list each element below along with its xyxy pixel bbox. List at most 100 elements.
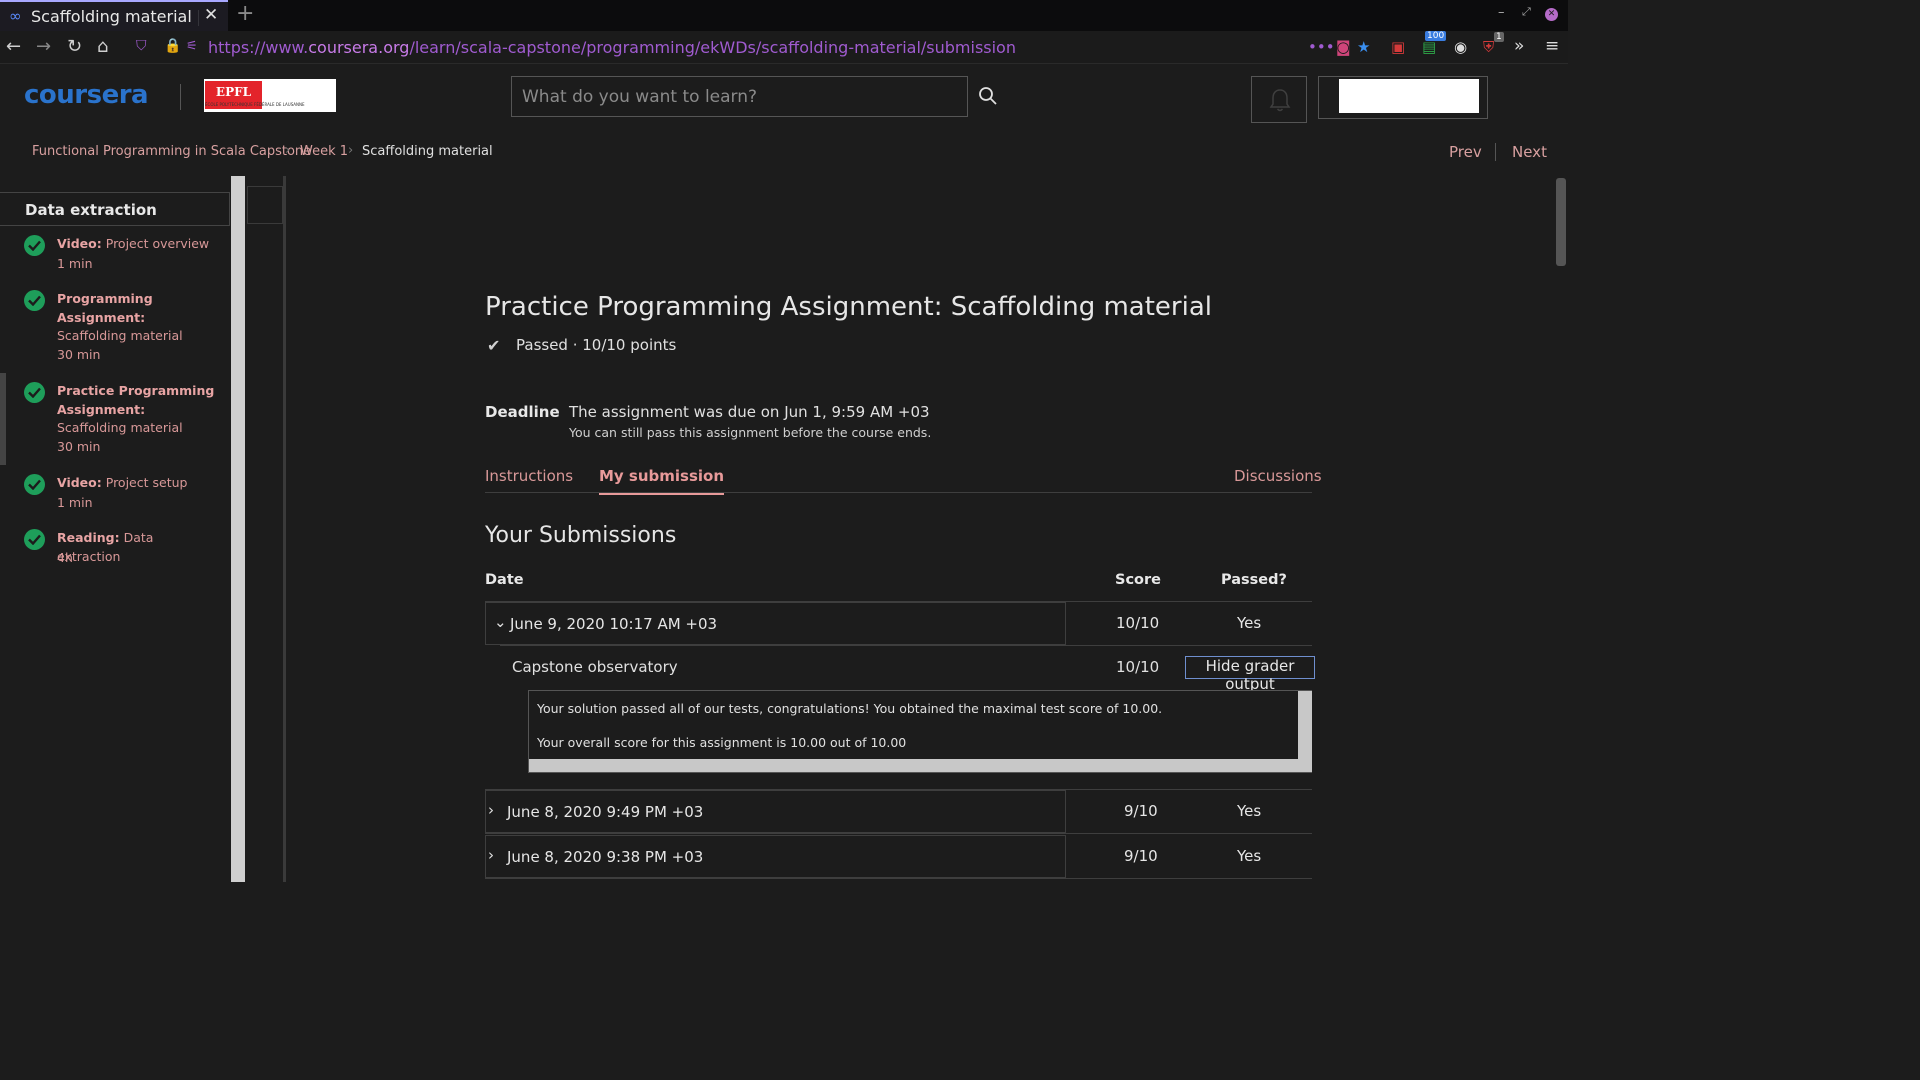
- logo-divider: [180, 84, 181, 110]
- completed-check-icon: [24, 529, 45, 550]
- url-prefix: https://www.: [208, 38, 309, 57]
- table-divider: [485, 833, 1312, 834]
- sidebar-item-reading[interactable]: Reading: Data extraction 4h: [0, 529, 230, 574]
- tab-instructions[interactable]: Instructions: [485, 467, 573, 485]
- submission-score: 9/10: [1124, 802, 1158, 820]
- bell-icon: [1269, 89, 1291, 112]
- submission-date: June 8, 2020 9:49 PM +03: [507, 803, 704, 821]
- hide-grader-output-button[interactable]: Hide grader output: [1185, 656, 1315, 693]
- tab-my-submission[interactable]: My submission: [599, 467, 725, 495]
- search-icon[interactable]: [978, 86, 998, 106]
- page-actions-icon[interactable]: •••: [1308, 38, 1335, 56]
- chevron-right-icon: ›: [488, 846, 494, 864]
- sidebar-item-duration: 4h: [57, 550, 73, 565]
- table-divider: [500, 645, 1312, 646]
- breadcrumb-week[interactable]: Week 1: [300, 144, 348, 159]
- back-icon[interactable]: ←: [6, 36, 21, 57]
- sidebar-item-label: Scaffolding material: [57, 420, 183, 435]
- extension-mouse-icon[interactable]: ◉: [1454, 38, 1467, 56]
- submission-toggle[interactable]: › June 8, 2020 9:38 PM +03: [485, 835, 1066, 878]
- submission-date: June 9, 2020 10:17 AM +03: [510, 615, 718, 633]
- epfl-logo-subtext: ÉCOLE POLYTECHNIQUE FÉDÉRALE DE LAUSANNE: [205, 102, 305, 107]
- submission-score: 9/10: [1124, 847, 1158, 865]
- extension-badge: 100: [1425, 31, 1447, 41]
- column-header-date: Date: [485, 572, 524, 588]
- page-scrollbar-thumb[interactable]: [1556, 178, 1566, 266]
- status-text: Passed · 10/10 points: [516, 336, 677, 354]
- shield-icon[interactable]: ⛉: [136, 38, 147, 54]
- home-icon[interactable]: ⌂: [97, 36, 108, 57]
- tab-close-icon[interactable]: ✕: [204, 5, 218, 25]
- lock-icon[interactable]: 🔒: [164, 38, 181, 54]
- extension-red-icon[interactable]: ▣: [1391, 38, 1405, 56]
- submission-passed: Yes: [1237, 847, 1262, 865]
- submission-toggle[interactable]: ⌄ June 9, 2020 10:17 AM +03: [485, 602, 1066, 645]
- sidebar-collapse-button[interactable]: [247, 186, 283, 224]
- submissions-heading: Your Submissions: [485, 523, 677, 548]
- sidebar-item-project-overview[interactable]: Video: Project overview 1 min: [0, 235, 230, 280]
- coursera-favicon-icon: ∞: [9, 7, 22, 25]
- new-tab-icon[interactable]: +: [236, 1, 254, 26]
- permissions-icon[interactable]: ⚟: [186, 39, 198, 54]
- hamburger-menu-icon[interactable]: ≡: [1545, 36, 1559, 56]
- sidebar-item-kind: Programming Assignment:: [57, 291, 153, 325]
- coursera-logo[interactable]: coursera: [24, 80, 149, 110]
- window-close-icon[interactable]: ✕: [1545, 8, 1558, 21]
- chevron-right-icon: ›: [488, 801, 494, 819]
- forward-icon[interactable]: →: [36, 36, 51, 57]
- epfl-logo[interactable]: EPFL ÉCOLE POLYTECHNIQUE FÉDÉRALE DE LAU…: [204, 79, 336, 112]
- sidebar-item-duration: 30 min: [57, 439, 101, 454]
- prev-link[interactable]: Prev: [1449, 143, 1482, 161]
- sidebar-item-kind: Practice Programming Assignment:: [57, 383, 215, 417]
- deadline-subtext: You can still pass this assignment befor…: [569, 425, 932, 440]
- sidebar-item-label: Project setup: [105, 475, 188, 490]
- reload-icon[interactable]: ↻: [67, 36, 82, 57]
- profile-name-redacted: [1339, 79, 1479, 113]
- url-path: /learn/scala-capstone/programming/ekWDs/…: [409, 38, 1016, 57]
- browser-tab[interactable]: ∞ Scaffolding material | C ✕: [0, 0, 228, 31]
- tab-discussions[interactable]: Discussions: [1234, 467, 1322, 485]
- sidebar-scrollbar[interactable]: [231, 176, 245, 882]
- bookmark-star-icon[interactable]: ★: [1357, 38, 1370, 56]
- grader-output-line: Your solution passed all of our tests, c…: [537, 701, 1163, 716]
- sidebar-item-practice-assignment[interactable]: Practice Programming Assignment: Scaffol…: [0, 382, 230, 457]
- grader-horizontal-scrollbar[interactable]: [529, 759, 1298, 772]
- grader-output-box[interactable]: Your solution passed all of our tests, c…: [528, 690, 1312, 773]
- sidebar-item-label: Project overview: [105, 236, 210, 251]
- grader-vertical-scrollbar[interactable]: [1298, 691, 1312, 772]
- submission-toggle[interactable]: › June 8, 2020 9:49 PM +03: [485, 790, 1066, 833]
- ublock-badge: 1: [1494, 32, 1504, 42]
- page-scrollbar[interactable]: [1554, 176, 1568, 882]
- sidebar-item-duration: 30 min: [57, 347, 101, 362]
- passed-check-icon: ✔: [487, 336, 501, 355]
- page-title: Practice Programming Assignment: Scaffol…: [485, 292, 1212, 322]
- breadcrumb-current: Scaffolding material: [362, 144, 493, 159]
- sidebar-item-programming-assignment[interactable]: Programming Assignment: Scaffolding mate…: [0, 290, 230, 365]
- sidebar-header[interactable]: Data extraction: [0, 192, 230, 226]
- completed-check-icon: [24, 474, 45, 495]
- completed-check-icon: [24, 235, 45, 256]
- chevron-down-icon: ⌄: [494, 613, 507, 631]
- submission-passed: Yes: [1237, 614, 1262, 632]
- window-maximize-icon[interactable]: ⤢: [1522, 5, 1531, 19]
- notifications-button[interactable]: [1251, 76, 1307, 123]
- deadline-text: The assignment was due on Jun 1, 9:59 AM…: [569, 403, 930, 421]
- profile-menu-button[interactable]: [1318, 76, 1488, 119]
- sidebar-item-project-setup[interactable]: Video: Project setup 1 min: [0, 474, 230, 519]
- sidebar-item-duration: 1 min: [57, 495, 93, 510]
- pocket-icon[interactable]: ◙: [1336, 38, 1351, 56]
- grader-output-line: Your overall score for this assignment i…: [537, 735, 907, 750]
- submission-passed: Yes: [1237, 802, 1262, 820]
- sidebar-item-duration: 1 min: [57, 256, 93, 271]
- search-input[interactable]: [511, 76, 968, 117]
- sidebar-item-kind: Reading:: [57, 530, 120, 545]
- address-bar[interactable]: https://www.coursera.org/learn/scala-cap…: [208, 38, 1016, 57]
- ublock-icon[interactable]: ⛨: [1483, 38, 1494, 56]
- next-link[interactable]: Next: [1512, 143, 1547, 161]
- window-minimize-icon[interactable]: –: [1498, 5, 1505, 20]
- breadcrumb-chevron-icon: ›: [285, 143, 291, 158]
- tabs-divider: [485, 492, 1312, 493]
- breadcrumb-course[interactable]: Functional Programming in Scala Capstone: [32, 144, 311, 159]
- overflow-chevron-icon[interactable]: »: [1514, 36, 1524, 56]
- part-name: Capstone observatory: [512, 658, 678, 676]
